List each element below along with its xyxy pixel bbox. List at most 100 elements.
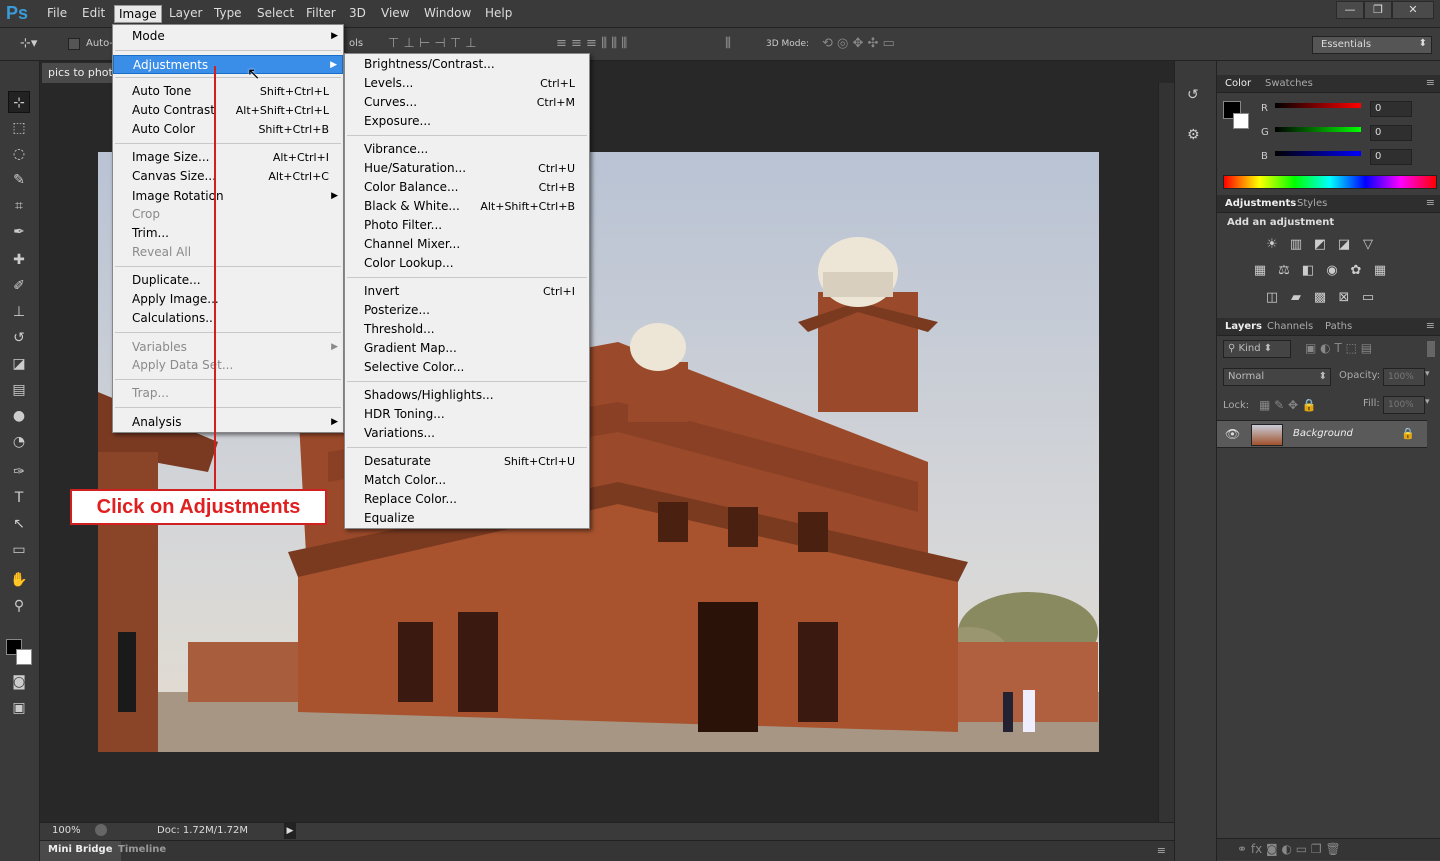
align-icons[interactable]: ⊤ ⊥ ⊢ ⊣ ⊤ ⊥ <box>388 36 477 51</box>
selective-color-adjustment-icon[interactable]: ⊠ <box>1335 290 1353 306</box>
background-color-swatch[interactable] <box>1233 113 1249 129</box>
color-balance-adjustment-icon[interactable]: ⚖ <box>1275 263 1293 279</box>
tab-timeline[interactable]: Timeline <box>118 844 166 855</box>
b-slider[interactable] <box>1275 151 1361 156</box>
tab-channels[interactable]: Channels <box>1267 321 1313 332</box>
r-value-field[interactable]: 0 <box>1370 101 1412 117</box>
submenu-item-variations[interactable]: Variations... <box>345 424 589 443</box>
panel-menu-icon[interactable]: ≡ <box>1426 319 1435 332</box>
close-button[interactable]: ✕ <box>1392 1 1434 19</box>
workspace-switcher[interactable]: Essentials ⬍ <box>1312 36 1432 54</box>
tab-color[interactable]: Color <box>1225 78 1251 89</box>
vertical-scrollbar[interactable] <box>1158 83 1174 822</box>
gradient-tool-icon[interactable]: ▤ <box>8 379 30 401</box>
zoom-tool-icon[interactable]: ⚲ <box>8 595 30 617</box>
blur-tool-icon[interactable]: ● <box>8 405 30 427</box>
tab-adjustments[interactable]: Adjustments <box>1225 198 1296 209</box>
layer-row[interactable]: 👁 Background 🔒 <box>1217 420 1427 448</box>
filter-toggle[interactable] <box>1427 341 1435 357</box>
move-tool-preset-icon[interactable]: ⊹▾ <box>20 36 37 51</box>
lock-icons[interactable]: ▦ ✎ ✥ 🔒 <box>1259 398 1317 412</box>
g-slider[interactable] <box>1275 127 1361 132</box>
type-tool-icon[interactable]: T <box>8 487 30 509</box>
move-tool-icon[interactable]: ⊹ <box>8 91 30 113</box>
layers-footer-icons[interactable]: ⚭ fx ◙ ◐ ▭ ❐ 🗑 <box>1237 842 1341 856</box>
submenu-item-hue-saturation[interactable]: Hue/Saturation... Ctrl+U <box>345 159 589 178</box>
submenu-item-curves[interactable]: Curves... Ctrl+M <box>345 93 589 112</box>
fill-field[interactable]: 100% <box>1383 396 1425 414</box>
menu-item-auto-tone[interactable]: Auto Tone Shift+Ctrl+L <box>113 82 343 101</box>
blend-mode-select[interactable]: Normal ⬍ <box>1223 368 1331 386</box>
submenu-item-channel-mixer[interactable]: Channel Mixer... <box>345 235 589 254</box>
menu-edit[interactable]: Edit <box>82 6 105 20</box>
tab-mini-bridge[interactable]: Mini Bridge <box>40 841 121 861</box>
eyedropper-tool-icon[interactable]: ✒ <box>8 221 30 243</box>
layer-name[interactable]: Background <box>1293 428 1353 439</box>
exposure-adjustment-icon[interactable]: ◪ <box>1335 237 1353 253</box>
submenu-item-threshold[interactable]: Threshold... <box>345 320 589 339</box>
menu-item-calculations[interactable]: Calculations... <box>113 309 343 328</box>
submenu-item-gradient-map[interactable]: Gradient Map... <box>345 339 589 358</box>
properties-panel-icon[interactable]: ⚙ <box>1187 127 1207 147</box>
pen-tool-icon[interactable]: ✑ <box>8 461 30 483</box>
menu-type[interactable]: Type <box>214 6 242 20</box>
eraser-tool-icon[interactable]: ◪ <box>8 353 30 375</box>
menu-item-adjustments[interactable]: Adjustments ▶ <box>113 55 343 74</box>
menu-image[interactable]: Image <box>114 5 162 23</box>
menu-help[interactable]: Help <box>485 6 512 20</box>
b-value-field[interactable]: 0 <box>1370 149 1412 165</box>
r-slider[interactable] <box>1275 103 1361 108</box>
status-menu-arrow-icon[interactable]: ▶ <box>284 823 296 839</box>
photo-filter-adjustment-icon[interactable]: ◉ <box>1323 263 1341 279</box>
submenu-item-selective-color[interactable]: Selective Color... <box>345 358 589 377</box>
hand-tool-icon[interactable]: ✋ <box>8 569 30 591</box>
menu-item-apply-image[interactable]: Apply Image... <box>113 290 343 309</box>
menu-item-duplicate[interactable]: Duplicate... <box>113 271 343 290</box>
submenu-item-shadows-highlights[interactable]: Shadows/Highlights... <box>345 386 589 405</box>
menu-view[interactable]: View <box>381 6 409 20</box>
path-selection-tool-icon[interactable]: ↖ <box>8 513 30 535</box>
menu-3d[interactable]: 3D <box>349 6 366 20</box>
tab-styles[interactable]: Styles <box>1297 198 1327 209</box>
gradient-map-adjustment-icon[interactable]: ▭ <box>1359 290 1377 306</box>
status-info-icon[interactable] <box>95 824 107 836</box>
shape-tool-icon[interactable]: ▭ <box>8 539 30 561</box>
levels-adjustment-icon[interactable]: ▥ <box>1287 237 1305 253</box>
panel-menu-icon[interactable]: ≡ <box>1157 844 1166 857</box>
vibrance-adjustment-icon[interactable]: ▽ <box>1359 237 1377 253</box>
submenu-item-brightness-contrast[interactable]: Brightness/Contrast... <box>345 55 589 74</box>
submenu-item-equalize[interactable]: Equalize <box>345 509 589 528</box>
clone-stamp-tool-icon[interactable]: ⊥ <box>8 301 30 323</box>
menu-layer[interactable]: Layer <box>169 6 202 20</box>
menu-file[interactable]: File <box>47 6 67 20</box>
brush-tool-icon[interactable]: ✐ <box>8 275 30 297</box>
history-panel-icon[interactable]: ↺ <box>1187 87 1207 107</box>
submenu-item-match-color[interactable]: Match Color... <box>345 471 589 490</box>
quick-mask-icon[interactable]: ◙ <box>8 671 30 693</box>
submenu-item-exposure[interactable]: Exposure... <box>345 112 589 131</box>
restore-button[interactable]: ❐ <box>1364 1 1392 19</box>
hue-saturation-adjustment-icon[interactable]: ▦ <box>1251 263 1269 279</box>
marquee-tool-icon[interactable]: ⬚ <box>8 117 30 139</box>
menu-item-auto-color[interactable]: Auto Color Shift+Ctrl+B <box>113 120 343 139</box>
chevron-down-icon[interactable]: ▾ <box>1425 369 1430 379</box>
menu-item-analysis[interactable]: Analysis ▶ <box>113 413 343 432</box>
dodge-tool-icon[interactable]: ◔ <box>8 431 30 453</box>
menu-item-image-rotation[interactable]: Image Rotation ▶ <box>113 187 343 206</box>
brightness-adjustment-icon[interactable]: ☀ <box>1263 237 1281 253</box>
black-white-adjustment-icon[interactable]: ◧ <box>1299 263 1317 279</box>
3d-mode-icons[interactable]: ⟲ ◎ ✥ ✣ ▭ <box>822 36 895 51</box>
submenu-item-color-balance[interactable]: Color Balance... Ctrl+B <box>345 178 589 197</box>
menu-window[interactable]: Window <box>424 6 471 20</box>
menu-filter[interactable]: Filter <box>306 6 336 20</box>
layer-filter-kind[interactable]: ⚲ Kind ⬍ <box>1223 340 1291 358</box>
submenu-item-vibrance[interactable]: Vibrance... <box>345 140 589 159</box>
tab-paths[interactable]: Paths <box>1325 321 1352 332</box>
chevron-down-icon[interactable]: ▾ <box>1425 397 1430 407</box>
crop-tool-icon[interactable]: ⌗ <box>8 195 30 217</box>
background-color-swatch[interactable] <box>16 649 32 665</box>
lasso-tool-icon[interactable]: ◌ <box>8 143 30 165</box>
quick-select-tool-icon[interactable]: ✎ <box>8 169 30 191</box>
layer-filter-icons[interactable]: ▣ ◐ T ⬚ ▤ <box>1305 341 1372 355</box>
opacity-field[interactable]: 100% <box>1383 368 1425 386</box>
